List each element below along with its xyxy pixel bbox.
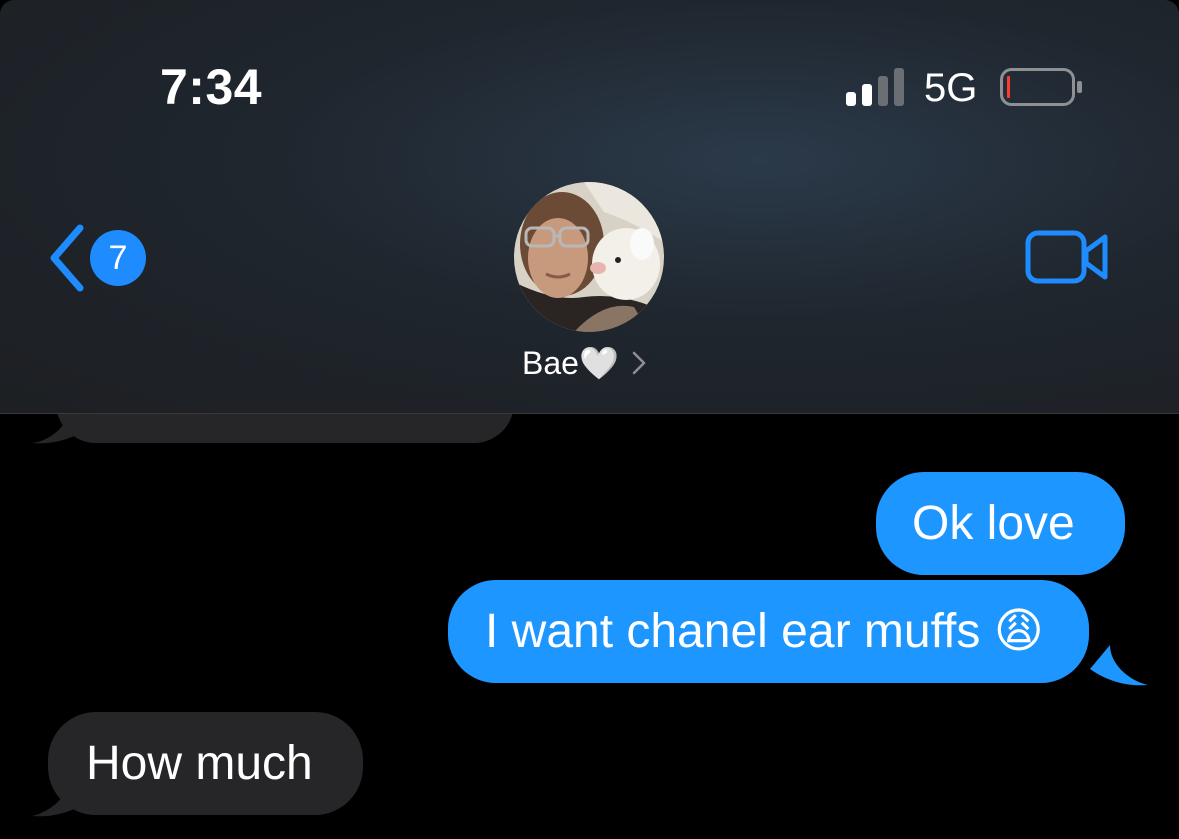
cellular-signal-icon bbox=[846, 68, 904, 106]
battery-icon bbox=[1000, 68, 1082, 106]
bubble-tail bbox=[1090, 645, 1148, 686]
status-time: 7:34 bbox=[160, 59, 263, 115]
contact-name-button[interactable]: Bae🤍 bbox=[522, 344, 647, 382]
contact-avatar[interactable] bbox=[514, 182, 664, 332]
message-bubble-sent[interactable]: Ok love bbox=[876, 472, 1125, 575]
back-button[interactable]: 7 bbox=[46, 224, 146, 292]
avatar-photo bbox=[514, 182, 664, 332]
video-camera-icon[interactable] bbox=[1025, 229, 1109, 285]
message-bubble-sent[interactable]: I want chanel ear muffs 😩 bbox=[448, 580, 1089, 683]
network-type: 5G bbox=[924, 66, 978, 110]
conversation-header: 7:34 5G 7 Bae🤍 bbox=[0, 0, 1179, 414]
contact-name: Bae🤍 bbox=[522, 345, 619, 381]
back-chevron-icon bbox=[50, 224, 84, 292]
bubble-tail bbox=[32, 776, 90, 817]
chevron-right-icon bbox=[632, 351, 646, 375]
unread-count-badge: 7 bbox=[90, 230, 146, 286]
message-bubble-received[interactable]: How much bbox=[48, 712, 363, 815]
